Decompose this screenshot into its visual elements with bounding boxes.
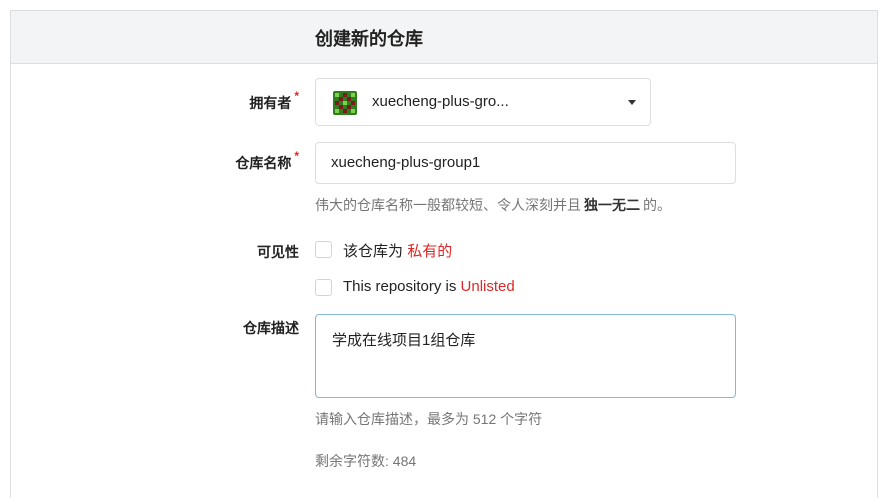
owner-label-text: 拥有者 bbox=[249, 95, 292, 111]
owner-label: 拥有者 * bbox=[11, 89, 299, 113]
identicon-avatar-icon bbox=[333, 91, 357, 115]
unlisted-checkbox-label[interactable]: This repository is Unlisted bbox=[343, 278, 515, 295]
repo-name-label: 仓库名称 * bbox=[11, 149, 299, 173]
panel-header: 创建新的仓库 bbox=[11, 11, 877, 64]
caret-down-icon bbox=[628, 100, 636, 105]
unlisted-highlight: Unlisted bbox=[460, 278, 515, 295]
required-mark: * bbox=[294, 89, 299, 103]
description-help: 请输入仓库描述，最多为 512 个字符 bbox=[315, 411, 543, 427]
owner-dropdown[interactable]: xuecheng-plus-gro... bbox=[315, 78, 651, 126]
visibility-label: 可见性 bbox=[257, 244, 299, 260]
create-repo-panel: 创建新的仓库 拥有者 * xuecheng-plus-gro... 仓库名称 *… bbox=[10, 10, 878, 498]
repo-name-input[interactable]: xuecheng-plus-group1 bbox=[315, 142, 736, 184]
description-textarea[interactable]: 学成在线项目1组仓库 bbox=[315, 314, 736, 398]
description-label: 仓库描述 bbox=[243, 320, 299, 336]
page-title: 创建新的仓库 bbox=[315, 29, 423, 49]
description-remaining-count: 剩余字符数: 484 bbox=[315, 453, 417, 469]
private-checkbox[interactable] bbox=[315, 241, 332, 258]
private-checkbox-label[interactable]: 该仓库为 私有的 bbox=[343, 240, 452, 261]
repo-name-help-suffix: 的。 bbox=[643, 197, 671, 213]
repo-name-label-text: 仓库名称 bbox=[235, 155, 292, 171]
private-highlight: 私有的 bbox=[407, 243, 453, 260]
repo-name-help: 伟大的仓库名称一般都较短、令人深刻并且 独一无二 的。 bbox=[315, 195, 671, 215]
private-prefix: 该仓库为 bbox=[343, 243, 404, 260]
unlisted-prefix: This repository is bbox=[343, 278, 457, 295]
required-mark: * bbox=[294, 149, 299, 163]
owner-selected-value: xuecheng-plus-gro... bbox=[372, 93, 509, 110]
repo-name-help-emphasis: 独一无二 bbox=[584, 197, 640, 213]
unlisted-checkbox[interactable] bbox=[315, 279, 332, 296]
repo-name-help-prefix: 伟大的仓库名称一般都较短、令人深刻并且 bbox=[315, 197, 581, 213]
